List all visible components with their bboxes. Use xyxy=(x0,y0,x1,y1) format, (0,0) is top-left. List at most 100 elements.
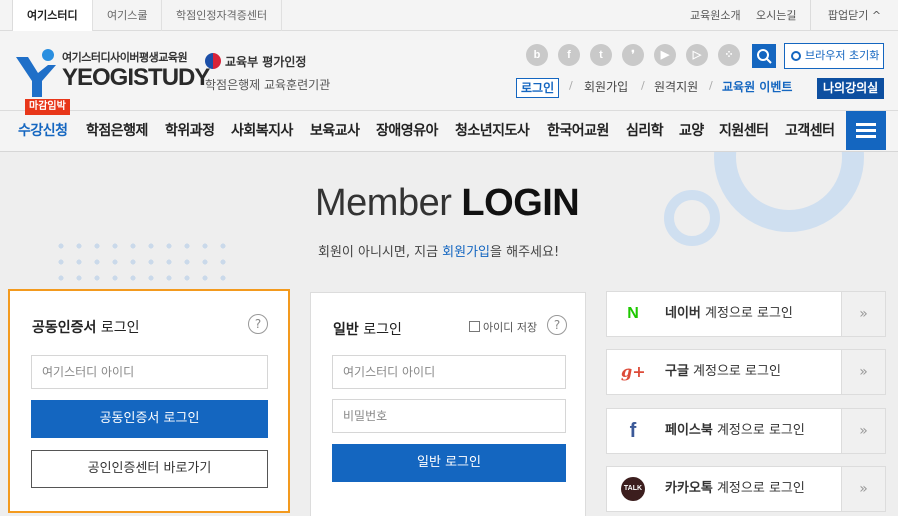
logo-wordmark[interactable]: YEOGISTUDY xyxy=(62,64,210,92)
title-bold: LOGIN xyxy=(461,182,580,224)
arrow-right-icon: » xyxy=(841,467,885,511)
general-login-title: 일반 로그인 xyxy=(333,319,402,339)
general-title-bold: 일반 xyxy=(333,322,359,338)
arrow-right-icon: » xyxy=(841,409,885,453)
nav-item-liberal-arts[interactable]: 교양 xyxy=(679,111,704,151)
google-plus-icon: g+ xyxy=(621,362,646,381)
nav-item-psychology[interactable]: 심리학 xyxy=(626,111,664,151)
my-lecture-button[interactable]: 나의강의실 xyxy=(817,78,885,99)
cert-center-button[interactable]: 공인인증센터 바로가기 xyxy=(31,450,268,488)
refresh-icon xyxy=(791,51,801,61)
menu-icon xyxy=(856,123,876,126)
login-main: Member LOGIN 회원이 아니시면, 지금 회원가입을 해주세요! 공동… xyxy=(0,152,898,516)
nav-item-korean-teacher[interactable]: 한국어교원 xyxy=(547,111,609,151)
naver-login-button[interactable]: N 네이버 계정으로 로그인 » xyxy=(606,291,886,337)
facebook-icon: f xyxy=(629,420,637,442)
moe-emblem-icon xyxy=(205,53,221,69)
naver-icon: N xyxy=(627,305,639,322)
signup-link[interactable]: 회원가입 xyxy=(584,77,628,97)
kakao-label-rest: 계정으로 로그인 xyxy=(712,481,805,496)
cert-login-title: 공동인증서 로그인 xyxy=(32,317,140,337)
youtube-icon[interactable]: ▶ xyxy=(654,44,676,66)
page-title: Member LOGIN xyxy=(315,182,580,225)
nav-item-childcare-teacher[interactable]: 보육교사 xyxy=(310,111,360,151)
decorative-ring xyxy=(664,190,720,246)
login-link[interactable]: 로그인 xyxy=(516,78,560,98)
hamburger-menu-button[interactable] xyxy=(846,111,886,150)
general-id-input[interactable]: 여기스터디 아이디 xyxy=(332,355,566,389)
tab-yeogistudy[interactable]: 여기스터디 xyxy=(12,0,93,31)
divider: / xyxy=(641,79,645,92)
save-id-label: 아이디 저장 xyxy=(483,321,538,334)
credit-bank-institution: 학점은행제 교육훈련기관 xyxy=(205,78,331,92)
facebook-icon[interactable]: f xyxy=(558,44,580,66)
link-directions[interactable]: 오시는길 xyxy=(756,0,796,31)
logo-subtitle: 여기스터디사이버평생교육원 xyxy=(62,51,188,64)
arrow-right-icon: » xyxy=(841,350,885,394)
nav-item-social-worker[interactable]: 사회복지사 xyxy=(231,111,293,151)
general-login-button[interactable]: 일반 로그인 xyxy=(332,444,566,482)
page-subtitle: 회원이 아니시면, 지금 회원가입을 해주세요! xyxy=(318,241,559,260)
tab-yeogischool[interactable]: 여기스쿨 xyxy=(93,0,163,31)
play-icon[interactable]: ▷ xyxy=(686,44,708,66)
facebook-label-rest: 계정으로 로그인 xyxy=(712,423,805,438)
arrow-right-icon: » xyxy=(841,292,885,336)
cert-login-button[interactable]: 공동인증서 로그인 xyxy=(31,400,268,438)
remote-support-link[interactable]: 원격지원 xyxy=(654,77,698,97)
cert-login-panel: 공동인증서 로그인 ? 여기스터디 아이디 공동인증서 로그인 공인인증센터 바… xyxy=(8,289,290,513)
event-link[interactable]: 교육원 이벤트 xyxy=(722,77,792,97)
subtitle-text: 을 해주세요! xyxy=(490,245,560,260)
checkbox-icon[interactable] xyxy=(469,321,480,332)
facebook-login-label: 페이스북 계정으로 로그인 xyxy=(665,409,805,453)
nav-item-credit-bank[interactable]: 학점은행제 xyxy=(86,111,148,151)
kakao-login-button[interactable]: TALK 카카오톡 계정으로 로그인 » xyxy=(606,466,886,512)
menu-icon xyxy=(856,129,876,132)
facebook-label-bold: 페이스북 xyxy=(665,423,713,438)
other-sns-icon[interactable]: ⁘ xyxy=(718,44,740,66)
nav-item-support-center[interactable]: 지원센터 xyxy=(719,111,769,151)
nav-item-degree[interactable]: 학위과정 xyxy=(165,111,215,151)
divider: / xyxy=(569,79,573,92)
search-button[interactable] xyxy=(752,44,776,68)
moe-accreditation: 교육부 평가인정 xyxy=(225,55,307,69)
site-header: 여기스터디사이버평생교육원 YEOGISTUDY 교육부 평가인정 학점은행제 … xyxy=(0,31,898,110)
kakao-label-bold: 카카오톡 xyxy=(665,481,713,496)
popup-close-button[interactable]: 팝업닫기 ^ xyxy=(810,0,898,31)
twitter-icon[interactable]: t xyxy=(590,44,612,66)
nav-item-course-register[interactable]: 수강신청 xyxy=(18,111,68,151)
cert-title-bold: 공동인증서 xyxy=(32,320,97,336)
kakao-login-label: 카카오톡 계정으로 로그인 xyxy=(665,467,805,511)
browser-reset-button[interactable]: 브라우저 초기화 xyxy=(784,43,884,69)
decorative-dots xyxy=(52,238,232,294)
google-label-rest: 계정으로 로그인 xyxy=(688,364,781,379)
general-title-rest: 로그인 xyxy=(358,322,402,338)
google-login-button[interactable]: g+ 구글 계정으로 로그인 » xyxy=(606,349,886,395)
google-label-bold: 구글 xyxy=(665,364,689,379)
save-id-checkbox[interactable]: 아이디 저장 xyxy=(469,319,537,335)
kakaostory-icon[interactable]: ❜ xyxy=(622,44,644,66)
cert-id-input[interactable]: 여기스터디 아이디 xyxy=(31,355,268,389)
cert-title-rest: 로그인 xyxy=(96,320,140,336)
help-icon[interactable]: ? xyxy=(248,314,268,334)
password-input[interactable]: 비밀번호 xyxy=(332,399,566,433)
search-icon xyxy=(757,49,772,64)
nav-item-disabled-infant[interactable]: 장애영유아 xyxy=(376,111,438,151)
help-icon[interactable]: ? xyxy=(547,315,567,335)
kakaotalk-icon: TALK xyxy=(621,477,645,501)
subtitle-text: 회원이 아니시면, 지금 xyxy=(318,245,443,260)
top-utility-bar: 여기스터디 여기스쿨 학점인정자격증센터 교육원소개 오시는길 팝업닫기 ^ xyxy=(0,0,898,31)
nav-item-youth-leader[interactable]: 청소년지도사 xyxy=(455,111,530,151)
naver-label-bold: 네이버 xyxy=(665,306,701,321)
subtitle-signup-link[interactable]: 회원가입 xyxy=(442,245,490,260)
yeogistudy-logo-icon[interactable] xyxy=(14,47,60,99)
divider: / xyxy=(709,79,713,92)
naver-label-rest: 계정으로 로그인 xyxy=(700,306,793,321)
blog-icon[interactable]: b xyxy=(526,44,548,66)
nav-item-customer-center[interactable]: 고객센터 xyxy=(785,111,835,151)
main-nav: 수강신청 학점은행제 학위과정 사회복지사 보육교사 장애영유아 청소년지도사 … xyxy=(0,110,898,152)
tab-credit-center[interactable]: 학점인정자격증센터 xyxy=(162,0,283,31)
link-about[interactable]: 교육원소개 xyxy=(690,0,741,31)
google-login-label: 구글 계정으로 로그인 xyxy=(665,350,781,394)
menu-icon xyxy=(856,135,876,138)
facebook-login-button[interactable]: f 페이스북 계정으로 로그인 » xyxy=(606,408,886,454)
